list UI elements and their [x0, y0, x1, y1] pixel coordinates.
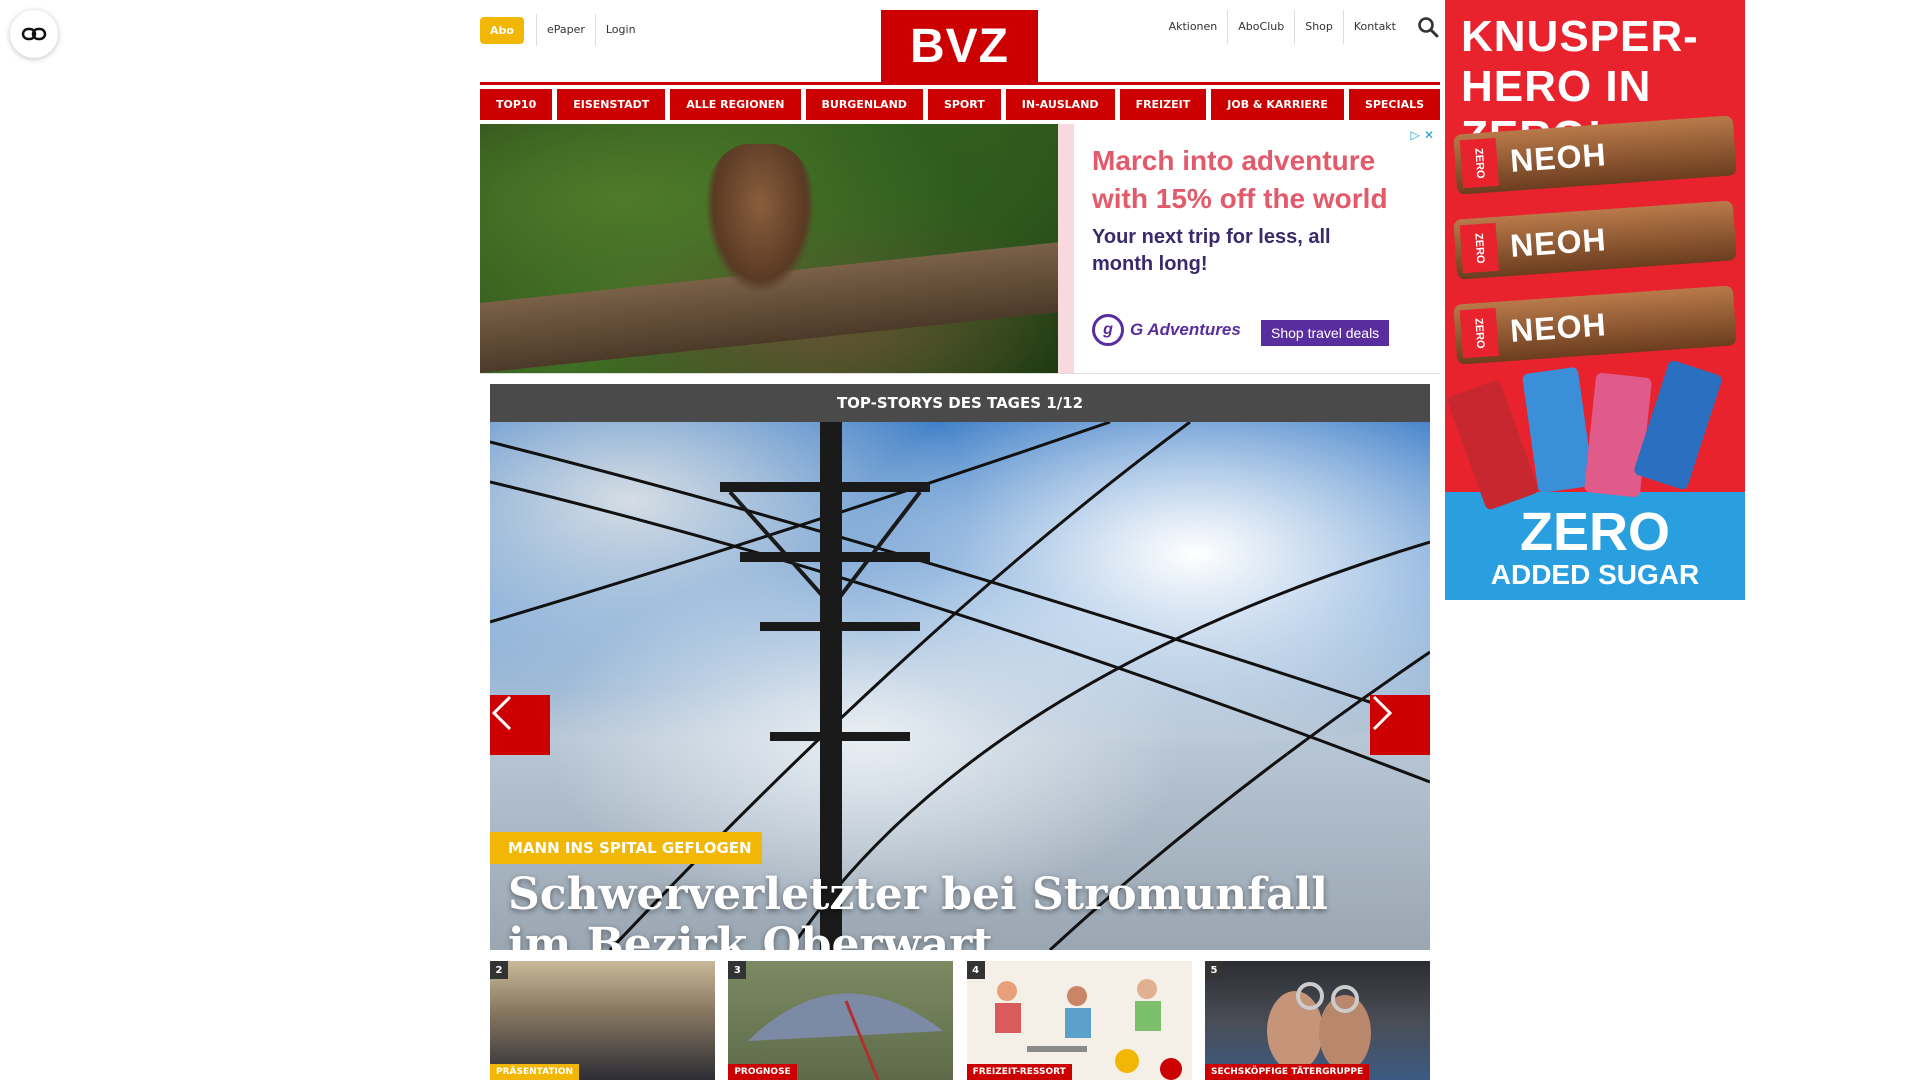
nav-item-job-karriere[interactable]: JOB & KARRIERE: [1211, 89, 1344, 120]
slider-prev-button[interactable]: [490, 695, 550, 755]
teaser-tag: SECHSKÖPFIGE TÄTERGRUPPE: [1204, 1064, 1370, 1080]
teaser-tag: PROGNOSE: [728, 1064, 797, 1080]
abo-button[interactable]: Abo: [480, 16, 524, 44]
teaser-card[interactable]: 3 PROGNOSE: [728, 961, 954, 1080]
top-stories-teasers: 2 PRÄSENTATION 3 PROGNOSE 4 FREIZEIT-RES…: [490, 961, 1430, 1080]
link-icon: [21, 27, 47, 41]
sky-ad-sugar: ADDED SUGAR: [1490, 559, 1700, 590]
accessibility-toggle-button[interactable]: [10, 10, 58, 58]
ad-copy: March into adventure with 15% off the wo…: [1074, 124, 1440, 373]
epaper-link[interactable]: ePaper: [535, 14, 595, 46]
bar-brand-label: NEOH: [1508, 136, 1608, 179]
nav-item-alle-regionen[interactable]: ALLE REGIONEN: [670, 89, 801, 120]
bar-brand-label: NEOH: [1508, 221, 1608, 264]
teaser-number: 3: [728, 961, 747, 979]
ad-brand-logo: g G Adventures: [1092, 314, 1241, 346]
ad-brand-name: G Adventures: [1130, 320, 1241, 339]
shop-travel-deals-button[interactable]: Shop travel deals: [1261, 320, 1390, 346]
nav-item-eisenstadt[interactable]: EISENSTADT: [557, 89, 666, 120]
illustration-people-icon: [994, 979, 1161, 1073]
nav-item-specials[interactable]: SPECIALS: [1348, 89, 1441, 120]
sky-ad-badge: ZERO: [1459, 137, 1499, 189]
teaser-number: 4: [966, 961, 985, 979]
hero-headline[interactable]: Schwerverletzter bei Stromunfall im Bezi…: [508, 870, 1388, 951]
hero-kicker-tag: MANN INS SPITAL GEFLOGEN: [490, 832, 762, 864]
bar-brand-label: NEOH: [1508, 306, 1608, 349]
camera-icon: [1159, 1058, 1182, 1080]
ad-headline: March into adventure with 15% off the wo…: [1092, 145, 1388, 214]
teaser-tag: FREIZEIT-RESSORT: [966, 1064, 1072, 1080]
top-stories-slider: TOP-STORYS DES TAGES 1/12 MANN INS SPITA…: [490, 384, 1430, 950]
header-left-links: Abo ePaper Login: [480, 14, 646, 46]
teaser-number: 5: [1204, 961, 1223, 979]
sky-ad-badge: ZERO: [1459, 222, 1499, 274]
aktionen-link[interactable]: Aktionen: [1159, 10, 1228, 44]
header-right-links: Aktionen AboClub Shop Kontakt: [1159, 10, 1440, 44]
sky-ad-zero: ZERO: [1519, 502, 1670, 562]
chevron-left-icon: [491, 695, 512, 731]
snack-bar-image: ZERO NEOH: [1453, 285, 1737, 365]
ad-divider-strip: [1058, 124, 1074, 373]
aboclub-link[interactable]: AboClub: [1227, 10, 1294, 44]
site-header: Abo ePaper Login BVZ Aktionen AboClub Sh…: [480, 0, 1440, 82]
g-adventures-icon: g: [1092, 314, 1124, 346]
teaser-card[interactable]: 4 FREIZEIT-RESSORT: [966, 961, 1192, 1080]
ad-photo-person: [705, 144, 815, 294]
teaser-number: 2: [490, 961, 508, 979]
umbrella-icon: [748, 993, 944, 1080]
ad-photo-jungle-climber: [480, 124, 1058, 373]
nav-item-burgenland[interactable]: BURGENLAND: [805, 89, 923, 120]
kontakt-link[interactable]: Kontakt: [1342, 10, 1406, 44]
skyscraper-ad[interactable]: KNUSPER-HERO IN ZERO! ZERO NEOH ZERO NEO…: [1445, 0, 1745, 600]
teaser-card[interactable]: 2 PRÄSENTATION: [490, 961, 715, 1080]
teaser-tag: PRÄSENTATION: [490, 1064, 580, 1080]
hero-image-power-pole[interactable]: MANN INS SPITAL GEFLOGEN Schwerverletzte…: [490, 422, 1430, 950]
nav-item-in-ausland[interactable]: IN-AUSLAND: [1005, 89, 1115, 120]
top-stories-bar: TOP-STORYS DES TAGES 1/12: [490, 384, 1430, 422]
main-nav: TOP10 EISENSTADT ALLE REGIONEN BURGENLAN…: [480, 89, 1441, 120]
slider-next-button[interactable]: [1370, 695, 1430, 755]
chevron-right-icon: [1372, 695, 1393, 731]
shop-link[interactable]: Shop: [1294, 10, 1343, 44]
nav-item-freizeit[interactable]: FREIZEIT: [1119, 89, 1207, 120]
adchoices-icon[interactable]: ▷ ✕: [1411, 128, 1434, 142]
nav-item-top10[interactable]: TOP10: [480, 89, 553, 120]
snack-bar-image: ZERO NEOH: [1453, 200, 1737, 280]
product-pack: [1583, 372, 1653, 498]
sky-ad-badge: ZERO: [1459, 307, 1499, 359]
search-icon[interactable]: [1416, 15, 1440, 39]
login-link[interactable]: Login: [594, 14, 646, 46]
nav-item-sport[interactable]: SPORT: [927, 89, 1001, 120]
header-divider: [480, 82, 1440, 85]
travel-ad-banner[interactable]: March into adventure with 15% off the wo…: [480, 124, 1440, 374]
teaser-card[interactable]: 5 SECHSKÖPFIGE TÄTERGRUPPE: [1204, 961, 1430, 1080]
product-packs-image: [1446, 359, 1735, 511]
handcuffs-icon: [1266, 982, 1371, 1071]
ad-subline: Your next trip for less, all month long!: [1092, 226, 1331, 275]
bvz-logo[interactable]: BVZ: [881, 10, 1038, 82]
